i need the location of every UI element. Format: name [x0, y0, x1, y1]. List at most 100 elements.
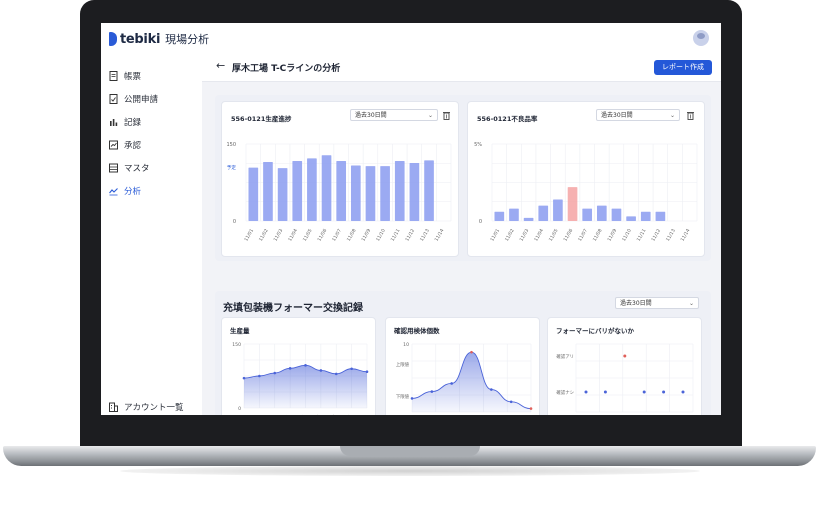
x-tick-label: 11/14: [434, 228, 446, 243]
chevron-down-icon: ⌄: [427, 112, 433, 119]
x-tick-label: 11/06: [311, 414, 323, 415]
section-title: 充填包装機フォーマー交換記録: [223, 303, 363, 314]
x-tick-label: 11/03: [519, 228, 531, 243]
x-tick-label: 11/08: [342, 414, 354, 415]
data-point: [273, 371, 277, 375]
data-point: [334, 372, 338, 376]
bar: [523, 217, 534, 221]
card-title: 556-0121生産進捗: [231, 115, 292, 123]
sidebar-item-label: 記録: [124, 118, 142, 128]
data-point: [509, 400, 513, 404]
laptop-shadow: [120, 466, 700, 476]
create-report-button[interactable]: レポート作成: [654, 60, 712, 75]
data-point: [365, 370, 369, 374]
sidebar-item-label: マスタ: [124, 164, 150, 174]
card-title: 556-0121不良品率: [477, 115, 538, 123]
sidebar-item-analysis[interactable]: 分析: [109, 185, 141, 197]
x-tick-label: 11/10: [375, 228, 387, 243]
x-tick-label: 11/02: [258, 228, 270, 243]
laptop-screen: tebiki 現場分析 帳票 公開申請 記録 承認 マスタ 分析 アカウント一覧…: [101, 23, 721, 415]
bar: [277, 168, 288, 221]
avatar[interactable]: [693, 30, 709, 46]
x-tick-label: 11/14: [680, 228, 692, 243]
chevron-down-icon: ⌄: [688, 300, 694, 307]
sample-count-card: 確認用検体個数 10上限値下限値11/0111/0211/0311/0411/0…: [385, 317, 540, 415]
data-point: [642, 390, 646, 394]
bar: [350, 165, 361, 221]
x-tick-label: 11/09: [606, 228, 618, 243]
x-tick-label: 11/11: [636, 228, 648, 243]
back-arrow-icon[interactable]: ←: [216, 59, 225, 72]
x-tick-label: 11/04: [533, 228, 545, 243]
range-select[interactable]: 過去30日間 ⌄: [596, 109, 680, 121]
production-progress-chart: 150011/01 11/02 11/03 11/04 11/05 11/06 11/07 1…: [226, 142, 452, 243]
laptop-notch: [340, 446, 480, 456]
page-title: 厚木工場 T-Cラインの分析: [232, 64, 341, 74]
x-tick-label: 11/09: [360, 228, 372, 243]
data-point: [662, 390, 666, 394]
bar: [380, 166, 390, 221]
data-point: [242, 376, 246, 380]
bar: [509, 208, 519, 221]
data-point: [430, 390, 434, 393]
data-point: [304, 364, 307, 367]
data-point: [319, 369, 323, 372]
x-tick-label: 11/02: [504, 228, 516, 243]
x-tick-label: 11/02: [249, 414, 261, 415]
x-tick-label: 11/13: [665, 228, 677, 243]
x-tick-label: 11/07: [577, 228, 589, 243]
card-title: フォーマーにバリがないか: [556, 327, 634, 335]
approve-icon: [109, 140, 118, 150]
main-content: ← 厚木工場 T-Cラインの分析 レポート作成 556-0121生産進捗 過去3…: [202, 53, 721, 415]
list-icon: [109, 163, 118, 173]
logo[interactable]: tebiki 現場分析: [109, 31, 209, 47]
x-tick-label: 11/03: [273, 228, 285, 243]
bar: [321, 155, 332, 221]
sidebar-item-publish-request[interactable]: 公開申請: [109, 93, 158, 105]
data-point: [490, 388, 493, 391]
sidebar-item-accounts[interactable]: アカウント一覧: [109, 401, 184, 413]
sidebar: 帳票 公開申請 記録 承認 マスタ 分析 アカウント一覧: [101, 53, 202, 415]
building-icon: [109, 402, 118, 412]
page-header: ← 厚木工場 T-Cラインの分析 レポート作成: [202, 53, 721, 82]
plan-marker-label: 予定: [227, 164, 237, 171]
bar: [494, 211, 505, 221]
former-panel: 充填包装機フォーマー交換記録 過去30日間⌄ 生産量 150011/0111/0…: [215, 291, 711, 415]
sidebar-item-label: 帳票: [124, 72, 142, 82]
x-tick-label: 11/07: [326, 414, 338, 415]
sidebar-item-records[interactable]: 記録: [109, 116, 141, 128]
bar: [611, 208, 622, 221]
range-select-value: 過去30日間: [620, 300, 652, 307]
logo-text: tebiki: [120, 31, 161, 47]
production-progress-card: 556-0121生産進捗 過去30日間 ⌄ 150 0 11/01 11/02 11/03…: [221, 101, 459, 257]
bar: [394, 160, 405, 221]
x-tick-label: 11/12: [650, 228, 662, 243]
sidebar-item-master[interactable]: マスタ: [109, 162, 150, 174]
top-panel: 556-0121生産進捗 過去30日間 ⌄ 150 0 11/01 11/02 11/03…: [215, 95, 711, 261]
trash-icon[interactable]: [443, 111, 450, 120]
data-point: [410, 397, 414, 400]
trash-icon[interactable]: [687, 111, 694, 120]
data-point: [350, 367, 353, 371]
x-tick-label: 11/05: [302, 228, 314, 243]
x-tick-label: 11/01: [489, 228, 501, 243]
data-point: [450, 382, 453, 385]
data-point: [288, 367, 292, 370]
sidebar-item-approval[interactable]: 承認: [109, 139, 141, 151]
sidebar-item-forms[interactable]: 帳票: [109, 70, 141, 82]
x-tick-label: 11/01: [243, 228, 255, 243]
range-select-value: 過去30日間: [601, 112, 633, 119]
data-point: [258, 374, 261, 378]
y-tick-label: 0: [479, 219, 482, 225]
x-tick-label: 11/04: [280, 414, 292, 415]
x-tick-label: 11/10: [621, 228, 633, 243]
output-card: 生産量 150011/0111/0211/0311/0411/0511/0611…: [221, 317, 376, 415]
range-select[interactable]: 過去30日間 ⌄: [350, 109, 438, 121]
x-tick-label: 11/05: [295, 414, 307, 415]
x-tick-label: 11/03: [265, 414, 277, 415]
data-point: [623, 354, 627, 358]
x-tick-label: 11/07: [331, 228, 343, 243]
range-select[interactable]: 過去30日間 ⌄: [615, 297, 699, 309]
bar: [292, 160, 303, 221]
bar: [424, 160, 434, 221]
